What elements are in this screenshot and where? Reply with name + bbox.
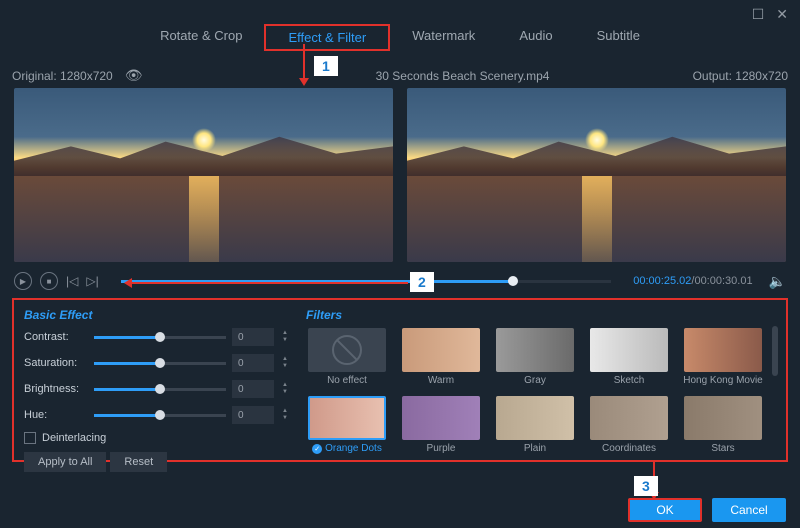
hue-down-icon[interactable]: ▼ bbox=[282, 415, 288, 422]
filters-title: Filters bbox=[306, 308, 776, 322]
output-resolution: Output: 1280x720 bbox=[693, 69, 788, 83]
filters-scrollbar[interactable] bbox=[772, 326, 778, 376]
cancel-button[interactable]: Cancel bbox=[712, 498, 786, 522]
filter-purple[interactable]: Purple bbox=[400, 396, 482, 454]
prev-frame-icon[interactable]: |◁ bbox=[66, 274, 78, 288]
hue-slider[interactable] bbox=[94, 414, 226, 417]
deinterlacing-checkbox[interactable] bbox=[24, 432, 36, 444]
brightness-up-icon[interactable]: ▲ bbox=[282, 382, 288, 389]
filter-gray[interactable]: Gray bbox=[494, 328, 576, 386]
brightness-label: Brightness: bbox=[24, 383, 88, 395]
hue-label: Hue: bbox=[24, 409, 88, 421]
annotation-2: 2 bbox=[410, 272, 434, 292]
contrast-slider[interactable] bbox=[94, 336, 226, 339]
check-icon: ✓ bbox=[312, 444, 322, 454]
contrast-label: Contrast: bbox=[24, 331, 88, 343]
hue-value[interactable]: 0 bbox=[232, 406, 274, 424]
brightness-slider[interactable] bbox=[94, 388, 226, 391]
volume-icon[interactable]: 🔈 bbox=[769, 273, 786, 290]
play-icon[interactable]: ▶ bbox=[14, 272, 32, 290]
filter-sketch[interactable]: Sketch bbox=[588, 328, 670, 386]
time-duration: /00:00:30.01 bbox=[691, 275, 752, 287]
deinterlacing-label: Deinterlacing bbox=[42, 432, 106, 444]
annotation-1: 1 bbox=[314, 56, 338, 76]
saturation-slider[interactable] bbox=[94, 362, 226, 365]
seek-handle[interactable] bbox=[508, 276, 518, 286]
eye-icon[interactable]: 👁 bbox=[125, 67, 143, 84]
filter-orange-dots[interactable]: ✓Orange Dots bbox=[306, 396, 388, 454]
preview-original bbox=[14, 88, 393, 262]
stop-icon[interactable]: ■ bbox=[40, 272, 58, 290]
saturation-down-icon[interactable]: ▼ bbox=[282, 363, 288, 370]
maximize-icon[interactable]: ☐ bbox=[752, 6, 765, 23]
apply-to-all-button[interactable]: Apply to All bbox=[24, 452, 106, 472]
brightness-value[interactable]: 0 bbox=[232, 380, 274, 398]
reset-button[interactable]: Reset bbox=[110, 452, 167, 472]
hue-up-icon[interactable]: ▲ bbox=[282, 408, 288, 415]
tab-rotate-crop[interactable]: Rotate & Crop bbox=[138, 24, 264, 51]
saturation-label: Saturation: bbox=[24, 357, 88, 369]
contrast-down-icon[interactable]: ▼ bbox=[282, 337, 288, 344]
ok-button[interactable]: OK bbox=[628, 498, 702, 522]
tab-watermark[interactable]: Watermark bbox=[390, 24, 497, 51]
brightness-down-icon[interactable]: ▼ bbox=[282, 389, 288, 396]
next-frame-icon[interactable]: ▷| bbox=[86, 274, 98, 288]
tab-subtitle[interactable]: Subtitle bbox=[575, 24, 662, 51]
filter-hong-kong-movie[interactable]: Hong Kong Movie bbox=[682, 328, 764, 386]
filter-stars[interactable]: Stars bbox=[682, 396, 764, 454]
tab-audio[interactable]: Audio bbox=[497, 24, 574, 51]
time-current: 00:00:25.02 bbox=[633, 275, 691, 287]
filter-plain[interactable]: Plain bbox=[494, 396, 576, 454]
tab-effect-filter[interactable]: Effect & Filter bbox=[264, 24, 390, 51]
saturation-value[interactable]: 0 bbox=[232, 354, 274, 372]
tab-bar: Rotate & Crop Effect & Filter Watermark … bbox=[0, 0, 800, 61]
filter-no-effect[interactable]: No effect bbox=[306, 328, 388, 386]
basic-effect-title: Basic Effect bbox=[24, 308, 288, 322]
filter-warm[interactable]: Warm bbox=[400, 328, 482, 386]
close-icon[interactable]: ✕ bbox=[776, 6, 788, 23]
preview-output bbox=[407, 88, 786, 262]
annotation-arrow-2 bbox=[132, 282, 408, 284]
saturation-up-icon[interactable]: ▲ bbox=[282, 356, 288, 363]
annotation-arrow-1 bbox=[303, 44, 305, 78]
contrast-value[interactable]: 0 bbox=[232, 328, 274, 346]
annotation-3: 3 bbox=[634, 476, 658, 496]
contrast-up-icon[interactable]: ▲ bbox=[282, 330, 288, 337]
filter-coordinates[interactable]: Coordinates bbox=[588, 396, 670, 454]
original-resolution: Original: 1280x720 bbox=[12, 69, 113, 83]
